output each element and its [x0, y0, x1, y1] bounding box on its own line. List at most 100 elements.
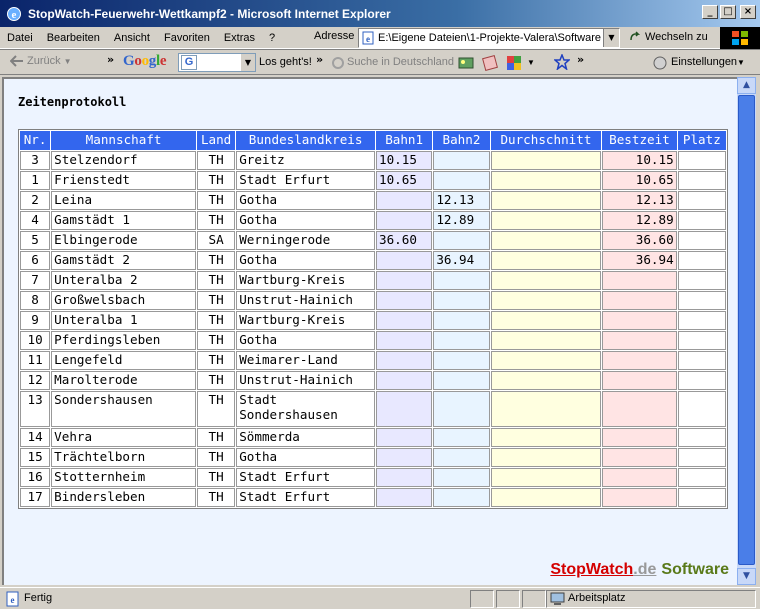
cell-land: TH: [197, 271, 236, 290]
cell-durchschnitt: [490, 468, 602, 487]
address-dropdown-icon[interactable]: ▼: [603, 29, 619, 47]
cell-mannschaft: Marolterode: [51, 371, 196, 390]
cell-bestzeit: [602, 331, 677, 350]
cell-nr: 1: [20, 171, 51, 190]
cell-bahn1: 36.60: [376, 231, 433, 250]
scroll-down-icon[interactable]: ▼: [737, 568, 756, 585]
cell-land: SA: [197, 231, 236, 250]
table-row: 15 Trächtelborn TH Gotha: [20, 448, 726, 467]
cell-bahn1: [376, 311, 433, 330]
menu-datei[interactable]: Datei: [0, 32, 40, 44]
cell-bestzeit: 36.94: [602, 251, 677, 270]
cell-bestzeit: [602, 311, 677, 330]
cell-bahn1: [376, 428, 433, 447]
cell-platz: [677, 351, 726, 370]
close-button[interactable]: ×: [740, 5, 756, 19]
cell-platz: [677, 371, 726, 390]
menu-favoriten[interactable]: Favoriten: [157, 32, 217, 44]
cell-land: TH: [197, 351, 236, 370]
scroll-thumb[interactable]: [738, 95, 755, 565]
image-search-icon[interactable]: [458, 55, 474, 71]
cell-bahn1: [376, 271, 433, 290]
cell-bahn1: [376, 371, 433, 390]
cell-bestzeit: 10.65: [602, 171, 677, 190]
back-dropdown-icon[interactable]: ▼: [64, 57, 72, 66]
search-de-button[interactable]: Suche in Deutschland: [347, 56, 454, 68]
google-g-icon[interactable]: G: [181, 55, 197, 70]
maximize-button[interactable]: □: [720, 5, 736, 19]
cell-mannschaft: Unteralba 1: [51, 311, 196, 330]
cell-bahn2: [433, 428, 490, 447]
cell-bahn2: [433, 151, 490, 170]
table-row: 7 Unteralba 2 TH Wartburg-Kreis: [20, 271, 726, 290]
cell-kreis: Gotha: [236, 448, 375, 467]
status-bar: e Fertig Arbeitsplatz: [0, 587, 760, 609]
star-bookmark-icon[interactable]: [554, 54, 570, 70]
minimize-button[interactable]: _: [702, 5, 718, 19]
google-search-input[interactable]: G ▼: [178, 53, 256, 72]
menu-extras[interactable]: Extras: [217, 32, 262, 44]
cell-land: TH: [197, 211, 236, 230]
settings-dropdown-icon[interactable]: ▼: [737, 58, 745, 67]
menu-ansicht[interactable]: Ansicht: [107, 32, 157, 44]
cell-platz: [677, 448, 726, 467]
cell-mannschaft: Stotternheim: [51, 468, 196, 487]
cell-mannschaft: Trächtelborn: [51, 448, 196, 467]
gear-search-icon[interactable]: [330, 55, 346, 71]
table-row: 13 Sondershausen TH Stadt Sondershausen: [20, 391, 726, 427]
cell-platz: [677, 151, 726, 170]
window-controls: _ □ ×: [702, 5, 756, 19]
page-icon: e: [362, 31, 374, 45]
bookmark-chevron-icon[interactable]: »: [577, 53, 584, 66]
cell-bahn2: [433, 391, 490, 427]
toolbar-chevron-icon[interactable]: »: [107, 53, 114, 66]
cell-bestzeit: 10.15: [602, 151, 677, 170]
ie-icon: e: [7, 6, 21, 21]
cell-land: TH: [197, 291, 236, 310]
cell-platz: [677, 311, 726, 330]
cell-durchschnitt: [490, 331, 602, 350]
cell-mannschaft: Frienstedt: [51, 171, 196, 190]
address-input[interactable]: e E:\Eigene Dateien\1-Projekte-Valera\So…: [358, 28, 620, 48]
news-icon[interactable]: [482, 55, 498, 71]
cell-platz: [677, 331, 726, 350]
cell-durchschnitt: [490, 231, 602, 250]
settings-icon[interactable]: [652, 55, 668, 71]
cell-kreis: Stadt Erfurt: [236, 468, 375, 487]
cell-nr: 11: [20, 351, 51, 370]
cell-kreis: Unstrut-Hainich: [236, 371, 375, 390]
table-row: 3 Stelzendorf TH Greitz 10.15 10.15: [20, 151, 726, 170]
cell-durchschnitt: [490, 311, 602, 330]
cell-durchschnitt: [490, 291, 602, 310]
brand-stopwatch: StopWatch: [550, 561, 634, 578]
cell-land: TH: [197, 448, 236, 467]
menu-bearbeiten[interactable]: Bearbeiten: [40, 32, 107, 44]
cell-bahn2: 12.13: [433, 191, 490, 210]
brand-de: .de: [633, 561, 657, 578]
scroll-up-icon[interactable]: ▲: [737, 77, 756, 94]
settings-button[interactable]: Einstellungen: [671, 56, 737, 68]
menu-help[interactable]: ?: [262, 32, 282, 44]
cell-kreis: Gotha: [236, 251, 375, 270]
cell-platz: [677, 291, 726, 310]
google-dropdown-icon[interactable]: ▼: [241, 54, 255, 71]
popup-dropdown-icon[interactable]: ▼: [527, 58, 535, 67]
cell-bahn1: [376, 191, 433, 210]
brand-software: Software: [661, 561, 729, 578]
table-row: 16 Stotternheim TH Stadt Erfurt: [20, 468, 726, 487]
vertical-scrollbar[interactable]: ▲ ▼: [737, 77, 756, 585]
back-button[interactable]: Zurück ▼: [10, 55, 72, 67]
back-arrow-icon: [10, 55, 23, 67]
cell-durchschnitt: [490, 271, 602, 290]
cell-bahn2: 12.89: [433, 211, 490, 230]
results-table: Nr. Mannschaft Land Bundeslandkreis Bahn…: [18, 129, 728, 509]
go-button[interactable]: Wechseln zu: [628, 30, 708, 44]
cell-mannschaft: Gamstädt 2: [51, 251, 196, 270]
popup-blocker-icon[interactable]: [506, 55, 522, 71]
google-go-button[interactable]: Los geht's!: [259, 56, 312, 68]
cell-bestzeit: 12.89: [602, 211, 677, 230]
google-chevron-icon[interactable]: »: [316, 53, 323, 66]
cell-bestzeit: [602, 488, 677, 507]
cell-nr: 4: [20, 211, 51, 230]
address-label: Adresse: [314, 30, 355, 42]
